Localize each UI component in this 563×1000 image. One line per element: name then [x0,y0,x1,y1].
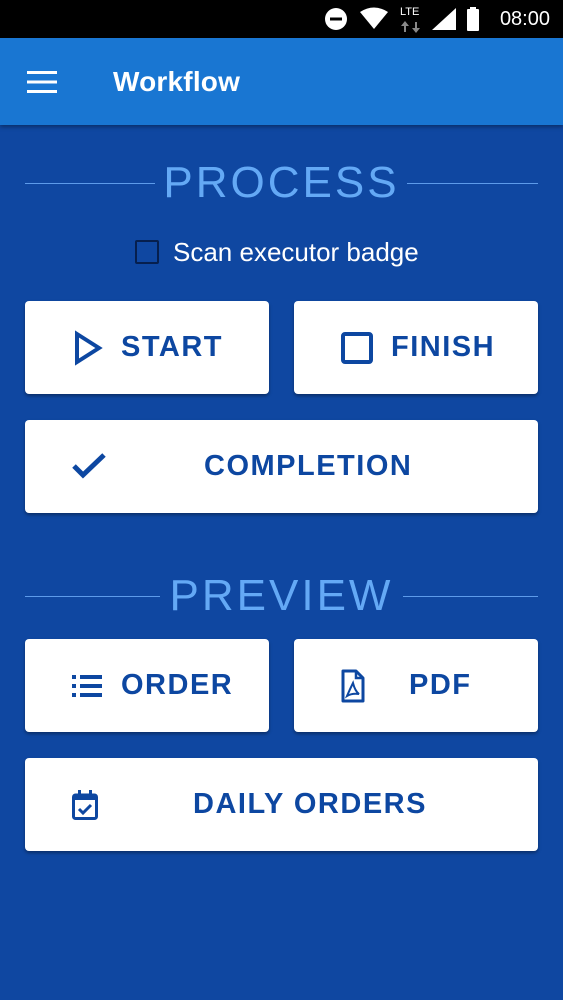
process-heading: PROCESS [163,158,400,207]
calendar-check-icon [70,788,100,822]
network-type-label: LTE [400,6,420,18]
completion-label: COMPLETION [204,450,413,482]
status-bar: LTE 08:00 [0,0,563,38]
square-outline-icon [340,331,374,365]
order-button[interactable]: ORDER [25,639,269,732]
do-not-disturb-icon [324,0,348,38]
lte-indicator: LTE [398,0,424,38]
checkbox-box[interactable] [135,240,159,264]
check-icon [70,451,108,481]
data-arrows-icon [401,21,420,33]
start-label: START [121,331,224,363]
daily-orders-label: DAILY ORDERS [193,788,427,820]
process-section-heading: PROCESS [25,158,538,208]
start-button[interactable]: START [25,301,269,394]
pdf-label: PDF [409,669,472,701]
preview-section-heading: PREVIEW [25,571,538,621]
battery-icon [466,0,480,38]
pdf-file-icon [339,668,367,704]
completion-button[interactable]: COMPLETION [25,420,538,513]
finish-label: FINISH [391,331,496,363]
menu-button[interactable] [12,52,72,112]
app-title: Workflow [113,66,241,97]
preview-heading: PREVIEW [169,571,394,620]
daily-orders-button[interactable]: DAILY ORDERS [25,758,538,851]
app-bar: Workflow [0,38,563,125]
cell-signal-icon [431,0,457,38]
hamburger-menu-icon [27,71,57,93]
list-icon [70,672,104,700]
order-label: ORDER [121,669,234,701]
scan-executor-badge-checkbox[interactable]: Scan executor badge [135,232,419,272]
clock: 08:00 [499,7,550,30]
play-outline-icon [69,329,105,367]
pdf-button[interactable]: PDF [294,639,538,732]
checkbox-label: Scan executor badge [173,236,419,267]
wifi-icon [359,0,389,38]
finish-button[interactable]: FINISH [294,301,538,394]
